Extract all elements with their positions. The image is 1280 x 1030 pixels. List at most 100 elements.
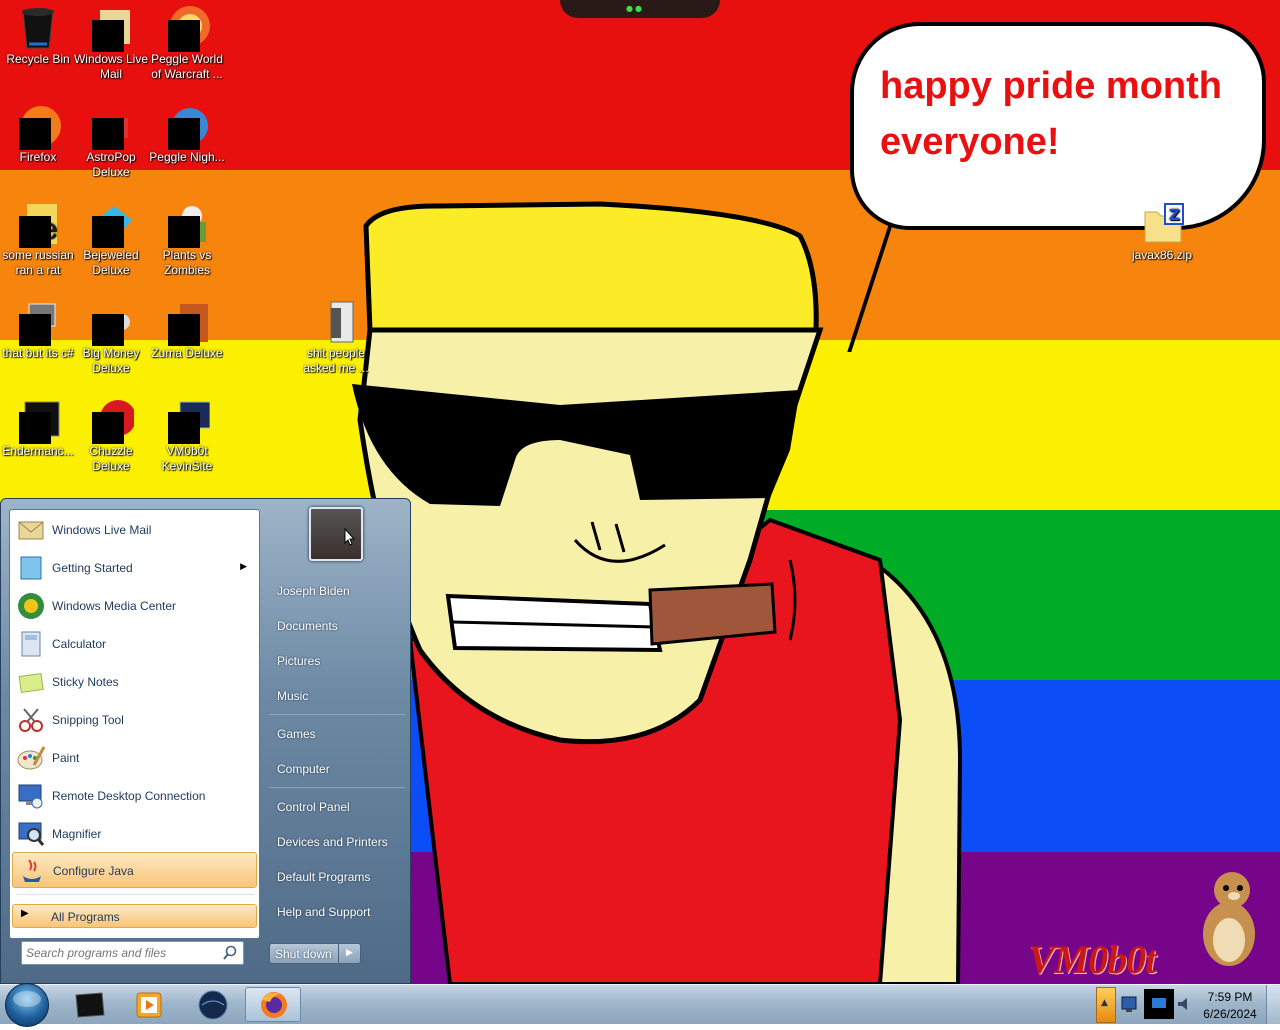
desktop-icon-label: Chuzzle Deluxe: [89, 444, 133, 473]
start-link-computer[interactable]: Computer: [269, 754, 407, 784]
desktop-icon-label: shit people asked me ...: [303, 346, 369, 375]
desktop-icon-peggle-wow[interactable]: Peggle World of Warcraft ...: [149, 4, 225, 82]
all-programs-button[interactable]: ▶ All Programs: [12, 904, 257, 928]
start-item-windows-live-mail[interactable]: Windows Live Mail: [12, 512, 257, 548]
start-item-sticky-notes[interactable]: Sticky Notes: [12, 664, 257, 700]
taskbar-button-firefox[interactable]: [245, 987, 301, 1022]
start-item-getting-started[interactable]: Getting Started ▶: [12, 550, 257, 586]
program-label: Getting Started: [52, 561, 133, 575]
start-search-box[interactable]: [21, 941, 244, 965]
desktop-icon-label: javax86.zip: [1131, 248, 1193, 262]
monitor-icon: [164, 396, 211, 444]
start-item-paint[interactable]: Paint: [12, 740, 257, 776]
desktop-icon-astropop[interactable]: AstroPop Deluxe: [73, 102, 149, 180]
media-player-icon: [136, 992, 162, 1018]
ie-icon: e: [15, 200, 61, 248]
desktop-icon-plants-vs-zombies[interactable]: Plants vs Zombies: [149, 200, 225, 278]
cursor-icon: [344, 527, 356, 546]
desktop-icon-that-but-its-csharp[interactable]: that but its c#: [0, 298, 76, 361]
start-item-magnifier[interactable]: Magnifier: [12, 816, 257, 852]
console-icon: [15, 396, 61, 444]
remote-desktop-icon: [18, 784, 43, 809]
start-link-documents[interactable]: Documents: [269, 611, 407, 641]
start-link-games[interactable]: Games: [269, 719, 407, 749]
globe-icon: [198, 990, 228, 1020]
taskbar-button-globe[interactable]: [184, 987, 240, 1022]
link-label: Computer: [277, 762, 330, 776]
desktop-icon-shit-people-asked-me[interactable]: shit people asked me ...: [298, 298, 374, 376]
link-label: Default Programs: [277, 870, 371, 884]
monitor-icon: [1152, 998, 1166, 1008]
sticky-notes-icon: [18, 672, 44, 694]
media-center-icon: [18, 593, 44, 619]
clock-time: 7:59 PM: [1207, 990, 1253, 1004]
astropop-icon: [88, 102, 134, 150]
notch-lights: ●●: [626, 4, 644, 13]
start-item-windows-media-center[interactable]: Windows Media Center: [12, 588, 257, 624]
desktop-icon-label: that but its c#: [2, 346, 74, 360]
desktop-icon-label: Plants vs Zombies: [162, 248, 212, 277]
start-item-remote-desktop[interactable]: Remote Desktop Connection: [12, 778, 257, 814]
scissors-icon: [19, 708, 43, 732]
link-label: Games: [277, 727, 316, 741]
link-label: Control Panel: [277, 800, 350, 814]
magnifier-icon: [18, 822, 45, 846]
show-desktop-button[interactable]: [1266, 985, 1280, 1024]
peggle-nights-icon: [164, 102, 210, 150]
link-label: Joseph Biden: [277, 584, 350, 598]
desktop-icon-recycle-bin[interactable]: Recycle Bin: [0, 4, 76, 67]
show-hidden-icons-button[interactable]: ▲: [1096, 987, 1116, 1023]
start-link-user[interactable]: Joseph Biden: [269, 576, 407, 606]
shutdown-button[interactable]: Shut down: [269, 943, 339, 964]
taskbar: ▲ 7:59 PM 6/26/2024: [0, 983, 1280, 1027]
program-label: Configure Java: [53, 864, 134, 878]
start-link-control-panel[interactable]: Control Panel: [269, 792, 407, 822]
start-search-input[interactable]: [26, 945, 216, 961]
big-money-icon: [88, 298, 134, 346]
start-link-devices-printers[interactable]: Devices and Printers: [269, 827, 407, 857]
desktop-icon-javax86-zip[interactable]: Z javax86.zip: [1124, 200, 1200, 263]
tray-app-black-box[interactable]: [1144, 989, 1174, 1019]
desktop-icon-big-money[interactable]: Big Money Deluxe: [73, 298, 149, 376]
chevron-up-icon: ▲: [1101, 998, 1108, 1008]
shutdown-options-button[interactable]: ▶: [339, 943, 361, 964]
desktop-icon-windows-live-mail[interactable]: Windows Live Mail: [73, 4, 149, 82]
desktop-icon-chuzzle[interactable]: Chuzzle Deluxe: [73, 396, 149, 474]
program-label: Windows Live Mail: [52, 523, 152, 537]
black-box-icon: [75, 992, 105, 1018]
network-icon[interactable]: [1120, 995, 1140, 1013]
recycle-bin-icon: [15, 4, 61, 50]
desktop-icon-bejeweled[interactable]: Bejeweled Deluxe: [73, 200, 149, 278]
start-button[interactable]: [5, 983, 49, 1027]
desktop-icon-label: Peggle World of Warcraft ...: [151, 52, 223, 81]
start-menu: Windows Live Mail Getting Started ▶ Wind…: [0, 498, 411, 984]
desktop-icon-label: Endermanc...: [2, 444, 74, 458]
desktop-icon-peggle-nights[interactable]: Peggle Nigh...: [149, 102, 225, 165]
user-picture[interactable]: [309, 507, 363, 561]
desktop-icon-firefox[interactable]: Firefox: [0, 102, 76, 165]
desktop-icon-label: Zuma Deluxe: [151, 346, 223, 360]
start-link-help-support[interactable]: Help and Support: [269, 897, 407, 927]
desktop-icon-label: Bejeweled Deluxe: [83, 248, 139, 277]
start-item-snipping-tool[interactable]: Snipping Tool: [12, 702, 257, 738]
plants-vs-zombies-icon: [164, 200, 210, 248]
start-item-configure-java[interactable]: Configure Java: [12, 852, 257, 888]
desktop-icon-label: VM0b0t KevinSite: [161, 444, 213, 473]
taskbar-button-media-player[interactable]: [122, 987, 178, 1022]
submenu-arrow-icon: ▶: [240, 561, 247, 571]
firefox-icon: [15, 102, 61, 150]
chevron-right-icon: ▶: [346, 948, 353, 958]
volume-icon[interactable]: [1176, 995, 1192, 1013]
desktop-icon-ie[interactable]: e some russian ran a rat: [0, 200, 76, 278]
chuzzle-icon: [88, 396, 136, 444]
start-item-calculator[interactable]: Calculator: [12, 626, 257, 662]
start-link-pictures[interactable]: Pictures: [269, 646, 407, 676]
clock[interactable]: 7:59 PM 6/26/2024: [1198, 989, 1262, 1023]
desktop-icon-zuma[interactable]: Zuma Deluxe: [149, 298, 225, 361]
search-icon[interactable]: [221, 944, 239, 962]
desktop-icon-vm0b0t-kevinsite[interactable]: VM0b0t KevinSite: [149, 396, 225, 474]
start-link-default-programs[interactable]: Default Programs: [269, 862, 407, 892]
desktop-icon-endermanch[interactable]: Endermanc...: [0, 396, 76, 459]
taskbar-button-app1[interactable]: [62, 987, 118, 1022]
start-link-music[interactable]: Music: [269, 681, 407, 711]
